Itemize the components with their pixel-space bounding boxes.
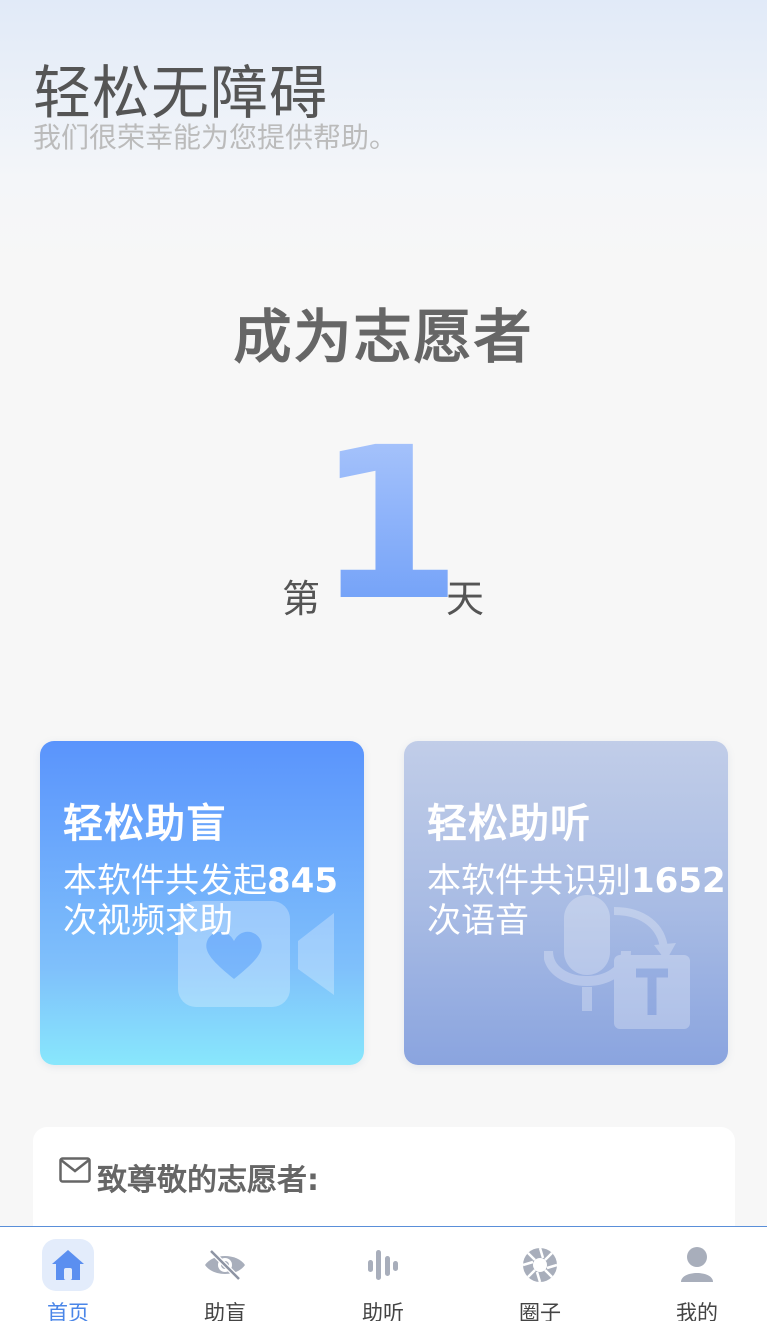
aperture-icon	[514, 1239, 566, 1291]
audio-wave-icon	[357, 1239, 409, 1291]
mail-icon	[59, 1157, 91, 1183]
app-subtitle: 我们很荣幸能为您提供帮助。	[33, 121, 398, 154]
home-icon	[42, 1239, 94, 1291]
hearing-assist-card[interactable]: 轻松助听 本软件共识别1652 次语音	[404, 741, 728, 1065]
card-desc-prefix: 本软件共识别	[427, 861, 631, 901]
card-title: 轻松助盲	[63, 801, 227, 847]
card-description: 本软件共识别1652 次语音	[427, 861, 727, 941]
card-desc-prefix: 本软件共发起	[63, 861, 267, 901]
eye-off-icon	[199, 1239, 251, 1291]
app-title: 轻松无障碍	[33, 59, 329, 127]
day-suffix: 天	[446, 577, 485, 621]
day-number: 1	[316, 402, 463, 647]
card-count: 845	[267, 861, 338, 901]
tab-home[interactable]: 首页	[8, 1227, 128, 1321]
tab-community[interactable]: 圈子	[480, 1227, 600, 1321]
letter-title: 致尊敬的志愿者:	[97, 1163, 319, 1198]
card-desc-suffix: 次视频求助	[63, 901, 233, 941]
card-desc-suffix: 次语音	[427, 901, 529, 941]
become-volunteer-heading: 成为志愿者	[233, 303, 534, 371]
home-screen: 轻松无障碍 我们很荣幸能为您提供帮助。 成为志愿者 第 1 天 轻松助盲 本软件…	[0, 0, 767, 1321]
day-counter: 第 1 天	[0, 420, 767, 630]
card-count: 1652	[631, 861, 726, 901]
card-title: 轻松助听	[427, 801, 591, 847]
bottom-tab-bar: 首页 助盲 助听 圈子 我的	[0, 1226, 767, 1321]
user-icon	[671, 1239, 723, 1291]
tab-profile[interactable]: 我的	[637, 1227, 757, 1321]
tab-label: 助盲	[204, 1301, 246, 1321]
day-prefix: 第	[282, 577, 321, 621]
tab-blind-assist[interactable]: 助盲	[165, 1227, 285, 1321]
tab-label: 我的	[676, 1301, 718, 1321]
blind-assist-card[interactable]: 轻松助盲 本软件共发起845 次视频求助	[40, 741, 364, 1065]
tab-hearing-assist[interactable]: 助听	[323, 1227, 443, 1321]
card-description: 本软件共发起845 次视频求助	[63, 861, 363, 941]
tab-label: 助听	[362, 1301, 404, 1321]
tab-label: 首页	[47, 1301, 89, 1321]
tab-label: 圈子	[519, 1301, 561, 1321]
